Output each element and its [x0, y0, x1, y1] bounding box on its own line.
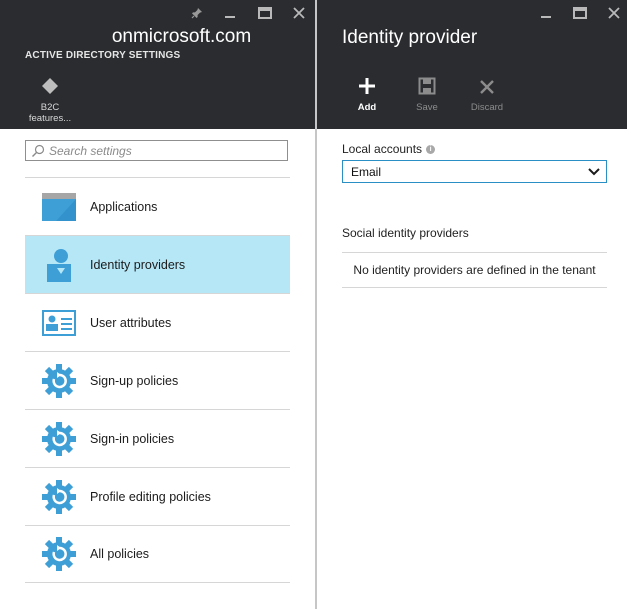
pin-icon[interactable] — [188, 4, 206, 22]
local-accounts-label: Local accounts — [342, 142, 423, 156]
local-accounts-dropdown[interactable]: Email — [342, 160, 607, 183]
user-attributes-icon — [41, 305, 77, 341]
search-input[interactable] — [49, 143, 279, 158]
menu-item-sign-up-policies[interactable]: Sign-up policies — [25, 351, 290, 409]
plus-icon — [358, 77, 376, 98]
blade-subtitle: ACTIVE DIRECTORY SETTINGS — [25, 50, 181, 61]
identity-provider-blade: Identity provider Add Save Discard Local… — [317, 0, 627, 609]
close-icon — [479, 79, 495, 98]
identity-provider-blade-header: Identity provider Add Save Discard — [317, 0, 627, 129]
local-accounts-label-row: Local accounts i — [342, 142, 436, 156]
settings-blade: onmicrosoft.com ACTIVE DIRECTORY SETTING… — [0, 0, 315, 609]
b2c-features-label-line2: features... — [28, 113, 72, 124]
menu-item-profile-editing-policies[interactable]: Profile editing policies — [25, 467, 290, 525]
maximize-icon[interactable] — [571, 4, 589, 22]
menu-item-label: User attributes — [90, 315, 172, 330]
menu-item-user-attributes[interactable]: User attributes — [25, 293, 290, 351]
policy-gear-icon — [41, 421, 77, 457]
menu-item-label: Sign-up policies — [90, 373, 179, 388]
social-identity-providers-label: Social identity providers — [342, 226, 469, 240]
save-button-label: Save — [416, 102, 438, 113]
close-icon[interactable] — [605, 4, 623, 22]
save-button[interactable]: Save — [399, 77, 455, 113]
menu-item-label: Applications — [90, 199, 158, 214]
menu-item-sign-in-policies[interactable]: Sign-in policies — [25, 409, 290, 467]
b2c-features-label-line1: B2C — [40, 102, 60, 113]
maximize-icon[interactable] — [256, 4, 274, 22]
policy-gear-icon — [41, 363, 77, 399]
close-icon[interactable] — [290, 4, 308, 22]
applications-icon — [41, 189, 77, 225]
add-button[interactable]: Add — [339, 78, 395, 113]
search-icon — [31, 144, 45, 158]
local-accounts-selected-value: Email — [351, 164, 382, 179]
menu-item-label: Profile editing policies — [90, 489, 211, 504]
minimize-icon[interactable] — [537, 4, 555, 22]
discard-button-label: Discard — [470, 102, 504, 113]
discard-button[interactable]: Discard — [459, 78, 515, 113]
blade-title: Identity provider — [342, 27, 478, 48]
search-box[interactable] — [25, 140, 288, 161]
minimize-icon[interactable] — [221, 4, 239, 22]
b2c-features-button[interactable]: B2C features... — [22, 78, 78, 124]
blade-title: onmicrosoft.com — [111, 26, 252, 47]
menu-item-label: Sign-in policies — [90, 431, 175, 446]
menu-item-label: Identity providers — [90, 257, 186, 272]
policy-gear-icon — [41, 536, 77, 572]
settings-blade-header: onmicrosoft.com ACTIVE DIRECTORY SETTING… — [0, 0, 315, 129]
menu-item-label: All policies — [90, 547, 150, 561]
identity-provider-icon — [41, 247, 77, 283]
policy-gear-icon — [41, 479, 77, 515]
save-icon — [418, 77, 436, 98]
settings-menu: Applications Identity providers User att… — [25, 177, 290, 583]
social-providers-empty-message: No identity providers are defined in the… — [342, 252, 607, 288]
menu-item-identity-providers[interactable]: Identity providers — [25, 235, 290, 293]
add-button-label: Add — [357, 102, 377, 113]
menu-item-applications[interactable]: Applications — [25, 177, 290, 235]
diamond-icon — [41, 77, 59, 98]
menu-item-all-policies[interactable]: All policies — [25, 525, 290, 583]
info-icon[interactable]: i — [426, 144, 436, 154]
chevron-down-icon — [588, 167, 600, 176]
